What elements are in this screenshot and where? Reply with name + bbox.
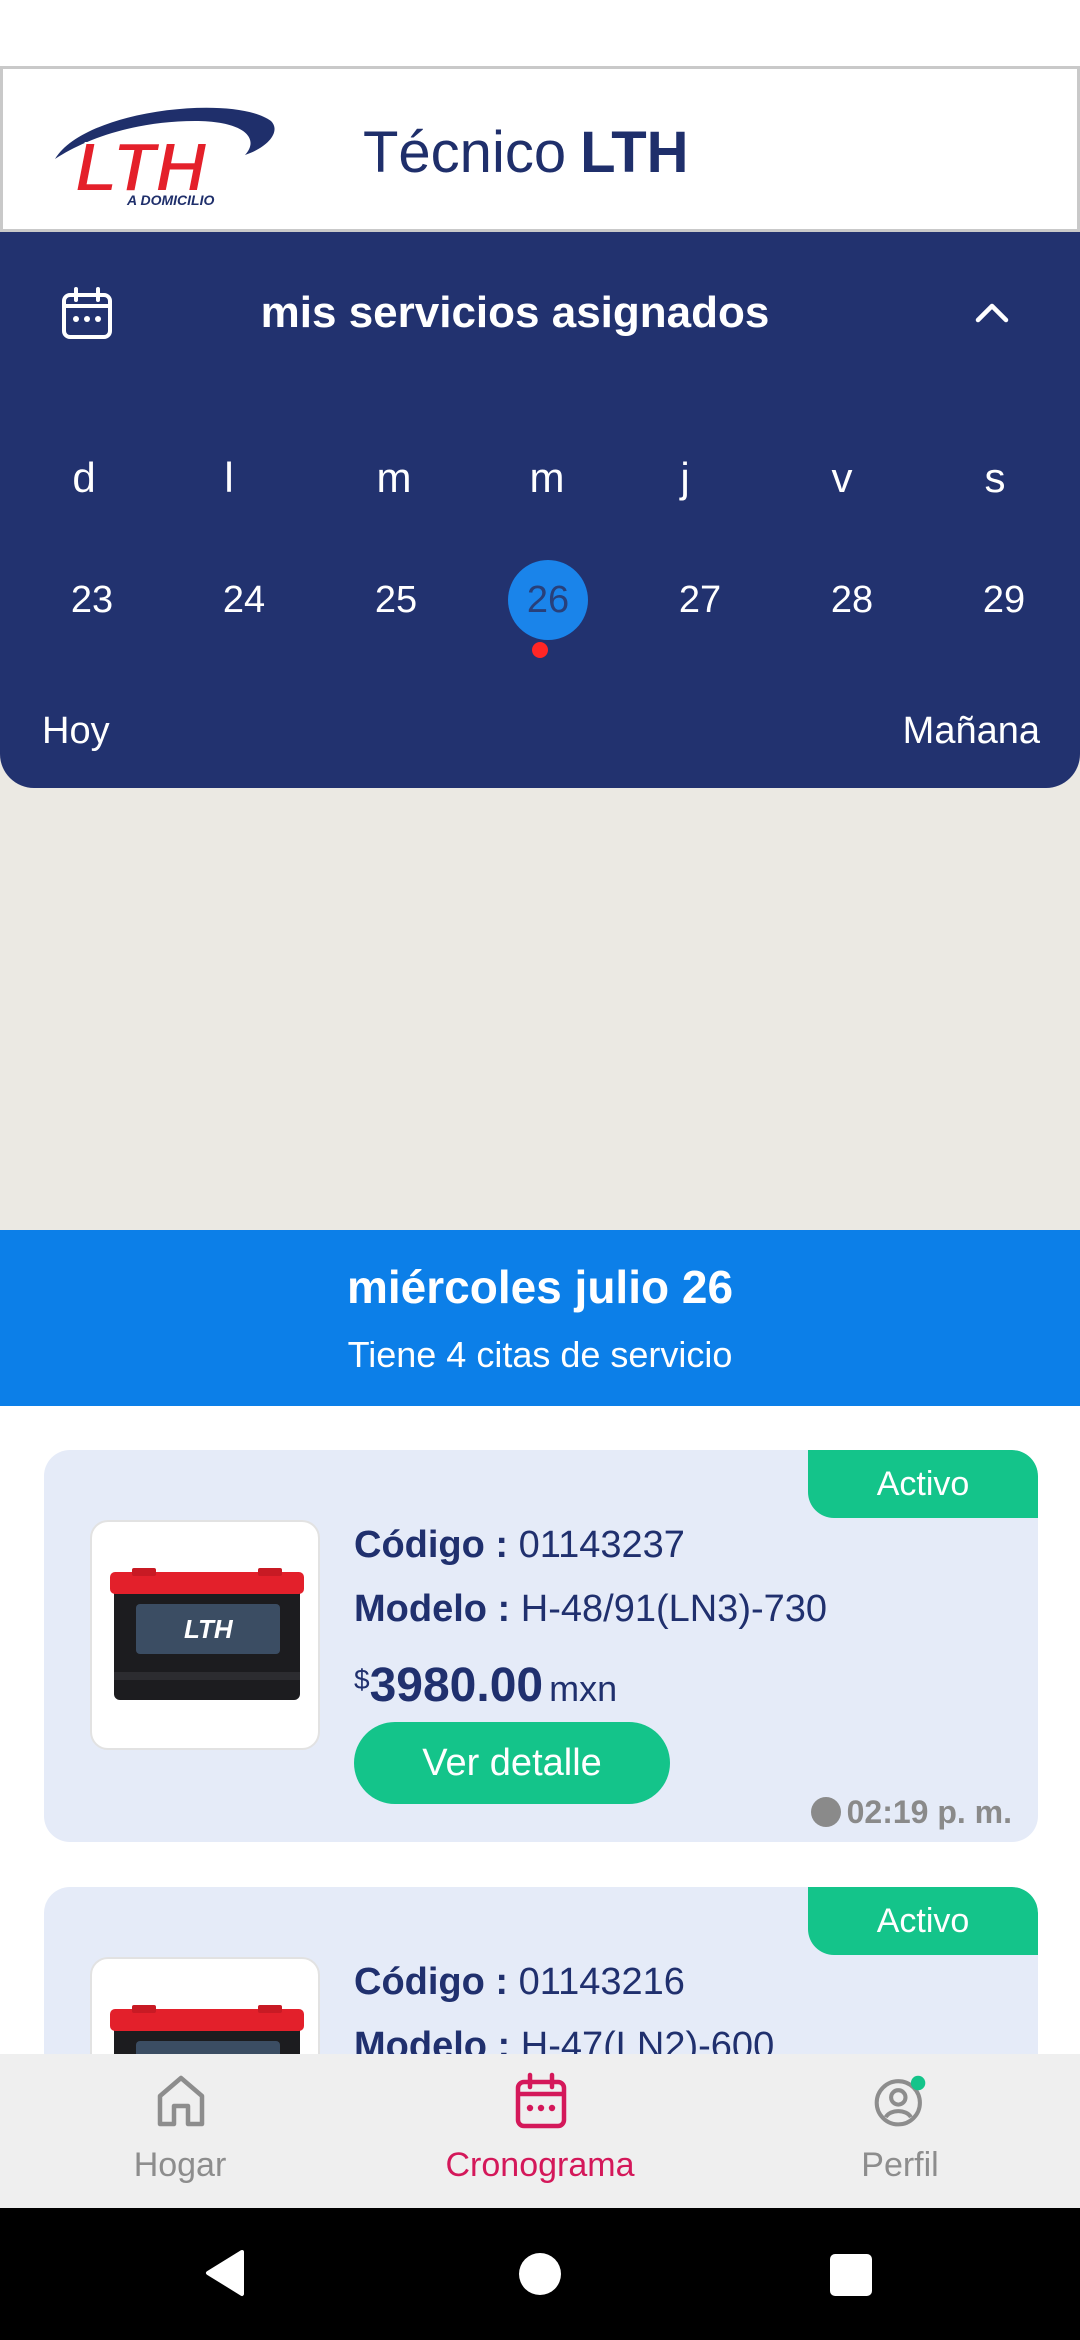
calendar-day[interactable]: 27 — [660, 560, 740, 640]
code-row: Código : 01143237 — [354, 1524, 685, 1567]
selected-date: miércoles julio 26 — [346, 1261, 734, 1313]
calendar-day[interactable]: 28 — [812, 560, 892, 640]
system-navigation-bar — [0, 2208, 1080, 2340]
header-title: Técnico LTH — [363, 119, 689, 186]
model-label: Modelo : — [354, 1588, 511, 1630]
online-status-dot — [910, 2075, 926, 2091]
nav-home-label: Hogar — [133, 2146, 227, 2184]
code-row: Código : 01143216 — [354, 1961, 685, 2004]
product-image — [90, 1957, 320, 2054]
appointment-count: Tiene 4 citas de servicio — [347, 1334, 733, 1375]
weekday-label: m — [376, 454, 412, 501]
model-value: H-48/91(LN3)-730 — [520, 1588, 828, 1630]
nav-schedule-label: Cronograma — [445, 2146, 635, 2184]
recents-icon[interactable] — [830, 2254, 872, 2296]
today-link[interactable]: Hoy — [42, 710, 110, 753]
home-icon — [157, 2075, 205, 2127]
product-image: LTH — [90, 1520, 320, 1750]
model-label: Modelo : — [354, 2025, 511, 2054]
calendar-panel: mis servicios asignados d l m m j v s 23… — [0, 232, 1080, 788]
bottom-nav: Hogar Cronograma Perfil — [0, 2054, 1080, 2208]
calendar-day[interactable]: 29 — [964, 560, 1044, 640]
calendar-icon — [515, 2072, 567, 2129]
code-value: 01143216 — [518, 1961, 685, 2003]
profile-icon — [874, 2075, 926, 2127]
status-bar — [0, 0, 1080, 66]
tomorrow-link[interactable]: Mañana — [903, 710, 1040, 753]
calendar-day-selected[interactable]: 26 — [508, 560, 588, 640]
weekday-label: l — [224, 454, 234, 501]
calendar-title: mis servicios asignados — [260, 288, 770, 337]
price-row: $3980.00 mxn — [354, 1658, 617, 1713]
battery-icon — [110, 2005, 304, 2054]
code-label: Código : — [354, 1961, 509, 2003]
currency-symbol: $ — [354, 1664, 370, 1695]
model-row: Modelo : H-47(LN2)-600 — [354, 2025, 774, 2054]
weekday-label: j — [680, 454, 690, 501]
nav-schedule[interactable]: Cronograma — [360, 2054, 720, 2208]
appointment-card[interactable]: Activo Código : 01143216 Modelo : H-47(L… — [44, 1887, 1038, 2054]
model-row: Modelo : H-48/91(LN3)-730 — [354, 1588, 827, 1631]
nav-profile-label: Perfil — [861, 2146, 939, 2184]
status-badge: Activo — [808, 1450, 1038, 1518]
app-header: LTH A DOMICILIO Técnico LTH — [0, 66, 1080, 232]
weekday-label: m — [529, 454, 565, 501]
event-indicator-dot — [532, 642, 548, 658]
appointment-card[interactable]: Activo LTH Código : 01143237 Modelo : H-… — [44, 1450, 1038, 1842]
back-icon[interactable] — [200, 2248, 250, 2298]
chevron-up-icon[interactable] — [970, 290, 1014, 334]
weekday-label: v — [831, 454, 853, 501]
model-value: H-47(LN2)-600 — [520, 2025, 775, 2054]
weekday-label: d — [72, 454, 96, 501]
code-label: Código : — [354, 1524, 509, 1566]
calendar-day[interactable]: 25 — [356, 560, 436, 640]
svg-text:LTH: LTH — [184, 1614, 234, 1644]
currency-unit: mxn — [549, 1668, 618, 1709]
nav-profile[interactable]: Perfil — [720, 2054, 1080, 2208]
logo-tagline: A DOMICILIO — [126, 192, 214, 208]
home-circle-icon[interactable] — [518, 2252, 562, 2296]
calendar-day[interactable]: 23 — [52, 560, 132, 640]
clock-dot-icon — [810, 1797, 841, 1827]
time-value: 02:19 p. m. — [846, 1794, 1012, 1830]
appointment-list[interactable]: Activo LTH Código : 01143237 Modelo : H-… — [0, 1406, 1080, 2054]
nav-home[interactable]: Hogar — [0, 2054, 360, 2208]
date-banner: miércoles julio 26 Tiene 4 citas de serv… — [0, 1230, 1080, 1406]
battery-icon: LTH — [110, 1568, 304, 1700]
view-detail-button[interactable]: Ver detalle — [354, 1722, 670, 1804]
weekday-label: s — [984, 454, 1006, 501]
calendar-day[interactable]: 24 — [204, 560, 284, 640]
header-title-prefix: Técnico — [363, 120, 567, 185]
header-title-brand: LTH — [580, 120, 689, 185]
calendar-panel-header[interactable]: mis servicios asignados — [0, 232, 1080, 380]
appointment-time: 02:19 p. m. — [810, 1794, 1012, 1831]
lth-logo: LTH A DOMICILIO — [55, 107, 275, 208]
status-badge: Activo — [808, 1887, 1038, 1955]
price-value: 3980.00 — [369, 1659, 544, 1712]
code-value: 01143237 — [518, 1524, 685, 1566]
